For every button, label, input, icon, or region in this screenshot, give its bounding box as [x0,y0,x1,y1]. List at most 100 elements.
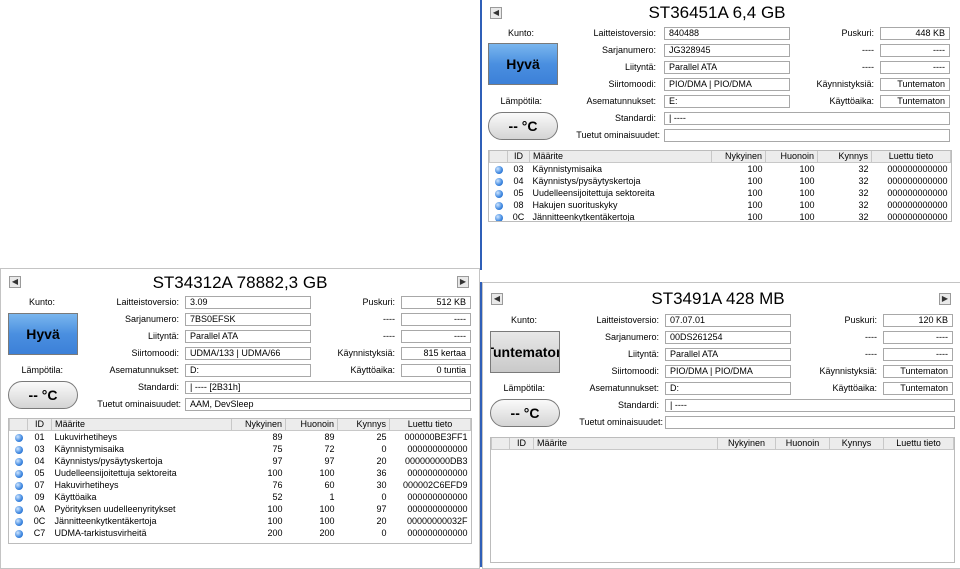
col-attribute-header[interactable]: Määrite [51,419,232,431]
table-row[interactable]: 03 Käynnistymisaika 100 100 32 000000000000 [490,163,951,176]
table-row[interactable]: 0C Jännitteenkytkentäkertoja 100 100 32 00000… [490,211,951,221]
power-on-count-field[interactable]: 815 kertaa [401,347,471,360]
prev-drive-button[interactable]: ◀ [490,7,502,19]
drive-title: ST36451A 6,4 GB [648,3,786,22]
smart-attributes-table[interactable]: ID Määrite Nykyinen Huonoin Kynnys Luett… [488,150,952,222]
col-current-header[interactable]: Nykyinen [711,151,766,163]
col-status-header[interactable] [491,438,510,450]
dash-field-1[interactable]: ---- [883,331,953,344]
health-status-badge[interactable]: Hyvä [488,43,558,85]
standard-field[interactable]: | ---- [664,112,950,125]
buffer-field[interactable]: 448 KB [880,27,950,40]
transfer-mode-field[interactable]: PIO/DMA | PIO/DMA [665,365,791,378]
power-on-hours-field[interactable]: 0 tuntia [401,364,471,377]
col-attribute-header[interactable]: Määrite [533,438,718,450]
col-worst-header[interactable]: Huonoin [285,419,338,431]
dash-field-2[interactable]: ---- [401,330,471,343]
col-status-header[interactable] [489,151,508,163]
interface-label: Liityntä: [624,62,656,72]
power-on-count-field[interactable]: Tuntematon [883,365,953,378]
table-row[interactable]: 0A Pyörityksen uudelleenyritykset 100 100 97… [10,503,471,515]
col-worst-header[interactable]: Huonoin [765,151,818,163]
status-dot-icon [494,201,503,210]
health-status-badge[interactable]: Hyvä [8,313,78,355]
smart-attributes-table[interactable]: ID Määrite Nykyinen Huonoin Kynnys Luett… [490,437,955,563]
next-drive-button[interactable]: ▶ [939,293,951,305]
drive-letter-field[interactable]: D: [665,382,791,395]
col-status-header[interactable] [9,419,28,431]
smart-attributes-table[interactable]: ID Määrite Nykyinen Huonoin Kynnys Luett… [8,418,472,544]
temperature-badge[interactable]: -- °C [488,112,558,140]
dash-field-2[interactable]: ---- [883,348,953,361]
dash-label-1: ---- [865,332,877,342]
table-row[interactable]: 07 Hakuvirhetiheys 76 60 30 000002C6EFD9 [10,479,471,491]
buffer-label: Puskuri: [841,28,874,38]
drive-letter-field[interactable]: D: [185,364,311,377]
health-label: Kunto: [507,28,534,38]
power-on-hours-label: Käyttöaika: [832,383,877,393]
col-current-header[interactable]: Nykyinen [231,419,286,431]
table-row[interactable]: 0C Jännitteenkytkentäkertoja 100 100 20 00000… [10,515,471,527]
col-id-header[interactable]: ID [509,438,534,450]
firmware-field[interactable]: 07.07.01 [665,314,791,327]
table-row[interactable]: 08 Hakujen suorituskyky 100 100 32 0000000000… [490,199,951,211]
buffer-field[interactable]: 512 KB [401,296,471,309]
dash-field-2[interactable]: ---- [880,61,950,74]
power-on-count-label: Käynnistyksiä: [819,366,877,376]
firmware-field[interactable]: 840488 [664,27,790,40]
serial-field[interactable]: 00DS261254 [665,331,791,344]
serial-field[interactable]: 7BS0EFSK [185,313,311,326]
interface-field[interactable]: Parallel ATA [665,348,791,361]
table-row[interactable]: 09 Käyttöaika 52 1 0 000000000000 [10,491,471,503]
table-row[interactable]: 03 Käynnistymisaika 75 72 0 000000000000 [10,443,471,455]
table-row[interactable]: C7 UDMA-tarkistusvirheitä 200 200 0 000000000… [10,527,471,539]
standard-field[interactable]: | ---- [665,399,955,412]
temperature-badge[interactable]: -- °C [8,381,78,409]
table-row[interactable]: 01 Lukuvirhetiheys 89 89 25 000000BE3FF1 [10,431,471,444]
interface-field[interactable]: Parallel ATA [664,61,790,74]
drive-letter-field[interactable]: E: [664,95,790,108]
buffer-field[interactable]: 120 KB [883,314,953,327]
standard-label: Standardi: [617,400,659,410]
col-attribute-header[interactable]: Määrite [529,151,712,163]
col-threshold-header[interactable]: Kynnys [829,438,884,450]
power-on-count-field[interactable]: Tuntematon [880,78,950,91]
transfer-mode-field[interactable]: PIO/DMA | PIO/DMA [664,78,790,91]
serial-label: Sarjanumero: [601,45,656,55]
firmware-field[interactable]: 3.09 [185,296,311,309]
col-id-header[interactable]: ID [507,151,530,163]
dash-label-2: ---- [383,331,395,341]
col-worst-header[interactable]: Huonoin [775,438,830,450]
features-field[interactable]: AAM, DevSleep [185,398,471,411]
features-field[interactable] [665,416,955,429]
temperature-badge[interactable]: -- °C [490,399,560,427]
col-current-header[interactable]: Nykyinen [717,438,776,450]
table-row[interactable]: 04 Käynnistys/pysäytyskertoja 100 100 32 0000… [490,175,951,187]
col-raw-header[interactable]: Luettu tieto [883,438,954,450]
col-raw-header[interactable]: Luettu tieto [871,151,951,163]
next-drive-button[interactable]: ▶ [457,276,469,288]
standard-field[interactable]: | ---- [2B31h] [185,381,471,394]
table-row[interactable]: 05 Uudelleensijoitettuja sektoreita 100 100… [490,187,951,199]
col-threshold-header[interactable]: Kynnys [817,151,872,163]
prev-drive-button[interactable]: ◀ [491,293,503,305]
col-raw-header[interactable]: Luettu tieto [389,419,471,431]
col-id-header[interactable]: ID [27,419,52,431]
dash-field-1[interactable]: ---- [401,313,471,326]
table-row[interactable]: 04 Käynnistys/pysäytyskertoja 97 97 20 000000… [10,455,471,467]
power-on-hours-field[interactable]: Tuntematon [883,382,953,395]
transfer-mode-field[interactable]: UDMA/133 | UDMA/66 [185,347,311,360]
power-on-hours-field[interactable]: Tuntematon [880,95,950,108]
dash-field-1[interactable]: ---- [880,44,950,57]
health-status-badge[interactable]: Tuntematon [490,331,560,373]
buffer-label: Puskuri: [844,315,877,325]
status-dot-icon [14,433,23,442]
interface-field[interactable]: Parallel ATA [185,330,311,343]
table-row[interactable]: 05 Uudelleensijoitettuja sektoreita 100 100… [10,467,471,479]
prev-drive-button[interactable]: ◀ [9,276,21,288]
features-field[interactable] [664,129,950,142]
col-threshold-header[interactable]: Kynnys [337,419,390,431]
serial-field[interactable]: JG328945 [664,44,790,57]
status-dot-icon [14,517,23,526]
next-arrow-icon: ▶ [941,294,949,303]
